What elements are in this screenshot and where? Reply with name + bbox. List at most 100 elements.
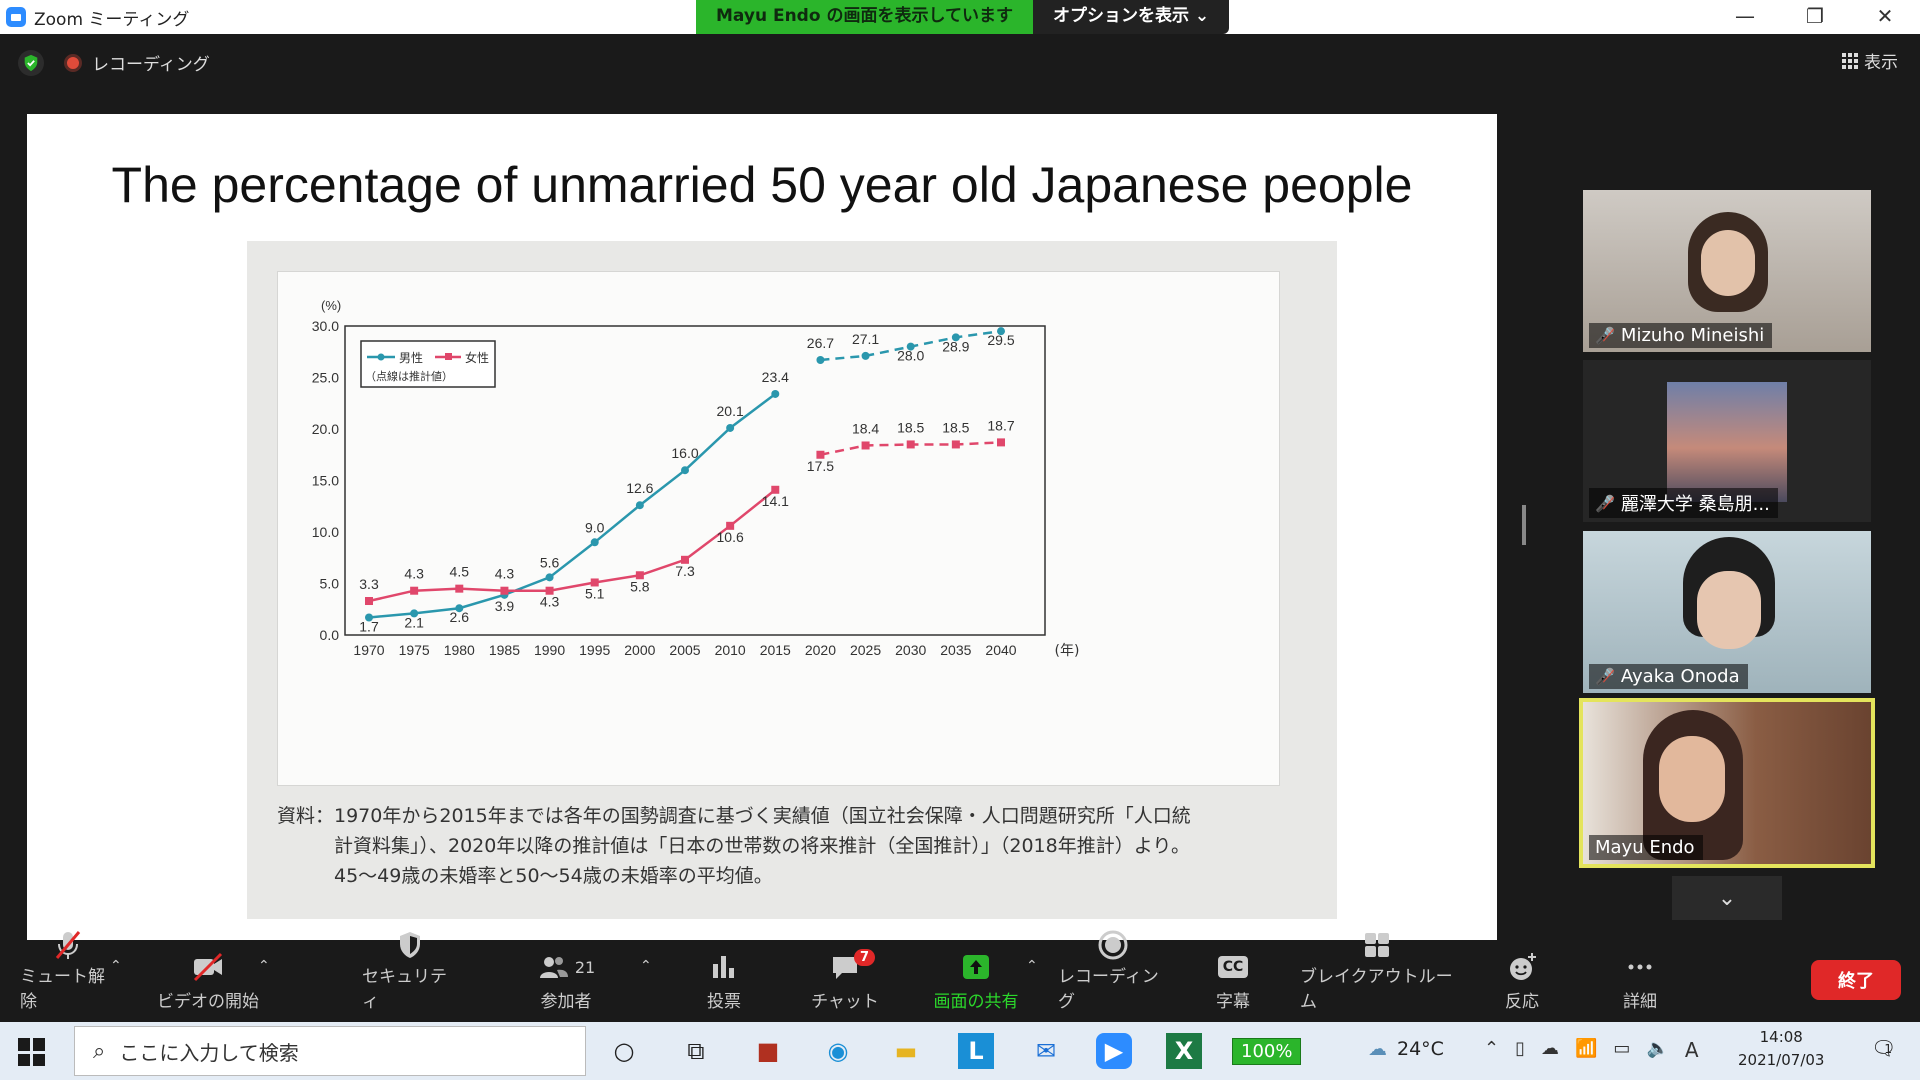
zoom-taskbar-icon[interactable]: ▶ bbox=[1096, 1033, 1132, 1069]
encryption-shield-icon[interactable] bbox=[18, 50, 44, 76]
data-label: 26.7 bbox=[807, 335, 834, 351]
view-button[interactable]: 表示 bbox=[1842, 48, 1898, 73]
task-view-icon[interactable]: ⧉ bbox=[678, 1033, 714, 1069]
share-banner: Mayu Endo の画面を表示しています オプションを表示 ⌄ bbox=[696, 0, 1230, 34]
data-label: 28.9 bbox=[942, 338, 969, 354]
polls-button[interactable]: 投票 bbox=[694, 942, 754, 1020]
data-label: 12.6 bbox=[626, 480, 653, 496]
windows-start-icon[interactable] bbox=[18, 1038, 46, 1066]
battery-app-indicator[interactable]: 100% bbox=[1232, 1038, 1302, 1065]
data-label: 20.1 bbox=[717, 403, 744, 419]
participant-name-tag: 🎤̸ Ayaka Onoda bbox=[1589, 664, 1748, 689]
polls-label: 投票 bbox=[707, 992, 741, 1012]
data-label: 4.3 bbox=[540, 594, 560, 610]
smiley-plus-icon bbox=[1505, 947, 1539, 987]
window-controls: — ❐ ✕ bbox=[1710, 0, 1920, 34]
security-button[interactable]: セキュリティ bbox=[362, 932, 458, 1020]
participant-count: 21 bbox=[574, 957, 596, 977]
line-app-icon[interactable]: L bbox=[958, 1033, 994, 1069]
temperature: 24°C bbox=[1397, 1038, 1444, 1060]
breakout-rooms-button[interactable]: ブレイクアウトルーム bbox=[1300, 933, 1454, 1020]
participant-tile[interactable]: 🎤̸ Ayaka Onoda bbox=[1583, 531, 1871, 693]
chart-figure: 0.0 5.0 10.0 15.0 20.0 25.0 30.0 (%) 1970 1975 198… bbox=[247, 241, 1337, 919]
audio-options-caret-icon[interactable]: ⌃ bbox=[110, 958, 122, 974]
data-label: 29.5 bbox=[987, 332, 1014, 348]
onedrive-cloud-icon[interactable]: ☁ bbox=[1541, 1038, 1559, 1062]
show-hidden-icons-chevron-up-icon[interactable]: ⌃ bbox=[1484, 1038, 1499, 1062]
ime-indicator[interactable]: A bbox=[1685, 1038, 1699, 1062]
participants-icon: 21 bbox=[537, 947, 595, 987]
recording-label: レコーディング bbox=[92, 55, 210, 75]
panel-resize-handle[interactable] bbox=[1522, 505, 1526, 545]
y-tick-label: 20.0 bbox=[312, 421, 339, 437]
participant-name: Ayaka Onoda bbox=[1620, 666, 1740, 687]
view-options-button[interactable]: オプションを表示 ⌄ bbox=[1032, 0, 1230, 34]
volume-icon[interactable]: 🔈 bbox=[1646, 1038, 1668, 1062]
x-tick-label: 2015 bbox=[760, 642, 791, 658]
battery-icon[interactable]: ▭ bbox=[1613, 1038, 1630, 1062]
more-button[interactable]: 詳細 bbox=[1612, 942, 1668, 1020]
store-icon[interactable]: ■ bbox=[750, 1033, 786, 1069]
muted-microphone-icon bbox=[51, 928, 85, 962]
participant-name-tag: 🎤̸ 麗澤大学 桑島朋... bbox=[1589, 488, 1778, 518]
active-speaker-tile[interactable]: Mayu Endo bbox=[1579, 698, 1875, 868]
data-point-female bbox=[455, 584, 464, 593]
file-explorer-icon[interactable]: ▬ bbox=[888, 1033, 924, 1069]
participant-tile[interactable]: 🎤̸ 麗澤大学 桑島朋... bbox=[1583, 360, 1871, 522]
scroll-participants-chevron-down-icon[interactable]: ⌄ bbox=[1672, 876, 1782, 920]
x-tick-label: 2020 bbox=[805, 642, 836, 658]
data-point-female bbox=[500, 586, 509, 595]
rain-cloud-icon: ☁ bbox=[1368, 1038, 1387, 1060]
minimize-button[interactable]: — bbox=[1710, 0, 1780, 34]
excel-icon[interactable]: X bbox=[1166, 1033, 1202, 1069]
reactions-button[interactable]: 反応 bbox=[1494, 942, 1550, 1020]
captions-label: 字幕 bbox=[1216, 992, 1250, 1012]
data-point-female bbox=[906, 440, 915, 449]
end-meeting-button[interactable]: 終了 bbox=[1811, 960, 1901, 1000]
data-point-male bbox=[816, 355, 825, 364]
participants-button[interactable]: 21 参加者 bbox=[528, 942, 604, 1020]
maximize-button[interactable]: ❐ bbox=[1780, 0, 1850, 34]
share-screen-button[interactable]: 画面の共有 bbox=[924, 942, 1028, 1020]
mail-icon[interactable]: ✉ bbox=[1028, 1033, 1064, 1069]
recording-indicator[interactable]: レコーディング bbox=[64, 50, 210, 75]
x-tick-label: 2010 bbox=[715, 642, 746, 658]
muted-mic-icon: 🎤̸ bbox=[1595, 493, 1615, 513]
wifi-icon[interactable]: 📶 bbox=[1575, 1038, 1597, 1062]
captions-button[interactable]: CC 字幕 bbox=[1208, 942, 1258, 1020]
grid-view-icon bbox=[1842, 52, 1858, 69]
participant-name-tag: Mayu Endo bbox=[1589, 835, 1703, 860]
participant-avatar-sunset bbox=[1667, 382, 1787, 502]
x-tick-label: 2000 bbox=[624, 642, 655, 658]
edge-browser-icon[interactable]: ◉ bbox=[820, 1033, 856, 1069]
cortana-icon[interactable]: ○ bbox=[606, 1033, 642, 1069]
share-options-caret-icon[interactable]: ⌃ bbox=[1026, 958, 1038, 974]
video-options-caret-icon[interactable]: ⌃ bbox=[258, 958, 270, 974]
start-video-button[interactable]: ビデオの開始 bbox=[156, 942, 260, 1020]
data-label: 18.5 bbox=[942, 419, 969, 435]
data-label: 16.0 bbox=[671, 445, 698, 461]
close-button[interactable]: ✕ bbox=[1850, 0, 1920, 34]
participants-options-caret-icon[interactable]: ⌃ bbox=[640, 958, 652, 974]
participant-tile[interactable]: 🎤̸ Mizuho Mineishi bbox=[1583, 190, 1871, 352]
reactions-label: 反応 bbox=[1505, 992, 1539, 1012]
view-label: 表示 bbox=[1864, 53, 1898, 73]
data-point-female bbox=[951, 440, 960, 449]
windows-taskbar: ⌕ ここに入力して検索 ○ ⧉ ■ ◉ ▬ L ✉ ▶ X 100% ☁ 24°… bbox=[0, 1022, 1920, 1080]
participant-name-tag: 🎤̸ Mizuho Mineishi bbox=[1589, 323, 1773, 348]
device-icon[interactable]: ▯ bbox=[1515, 1038, 1525, 1062]
record-circle-icon bbox=[1096, 928, 1130, 962]
taskbar-search-box[interactable]: ⌕ ここに入力して検索 bbox=[74, 1026, 586, 1076]
x-tick-label: 2025 bbox=[850, 642, 881, 658]
meeting-toolbar: ミュート解除 ⌃ ビデオの開始 ⌃ セキュリティ 21 参加者 ⌃ 投票 7 チ… bbox=[0, 930, 1920, 1020]
unmute-button[interactable]: ミュート解除 bbox=[20, 931, 116, 1020]
data-label: 10.6 bbox=[717, 529, 744, 545]
notification-center-icon[interactable]: 🗨1 bbox=[1871, 1036, 1904, 1060]
chat-button[interactable]: 7 チャット bbox=[810, 942, 880, 1020]
cc-glyph: CC bbox=[1217, 956, 1249, 978]
slide-title: The percentage of unmarried 50 year old … bbox=[111, 157, 1413, 213]
weather-widget[interactable]: ☁ 24°C bbox=[1368, 1038, 1444, 1060]
record-button[interactable]: レコーディング bbox=[1058, 930, 1168, 1020]
taskbar-clock[interactable]: 14:08 2021/07/03 bbox=[1738, 1026, 1824, 1072]
data-label: 18.5 bbox=[897, 419, 924, 435]
